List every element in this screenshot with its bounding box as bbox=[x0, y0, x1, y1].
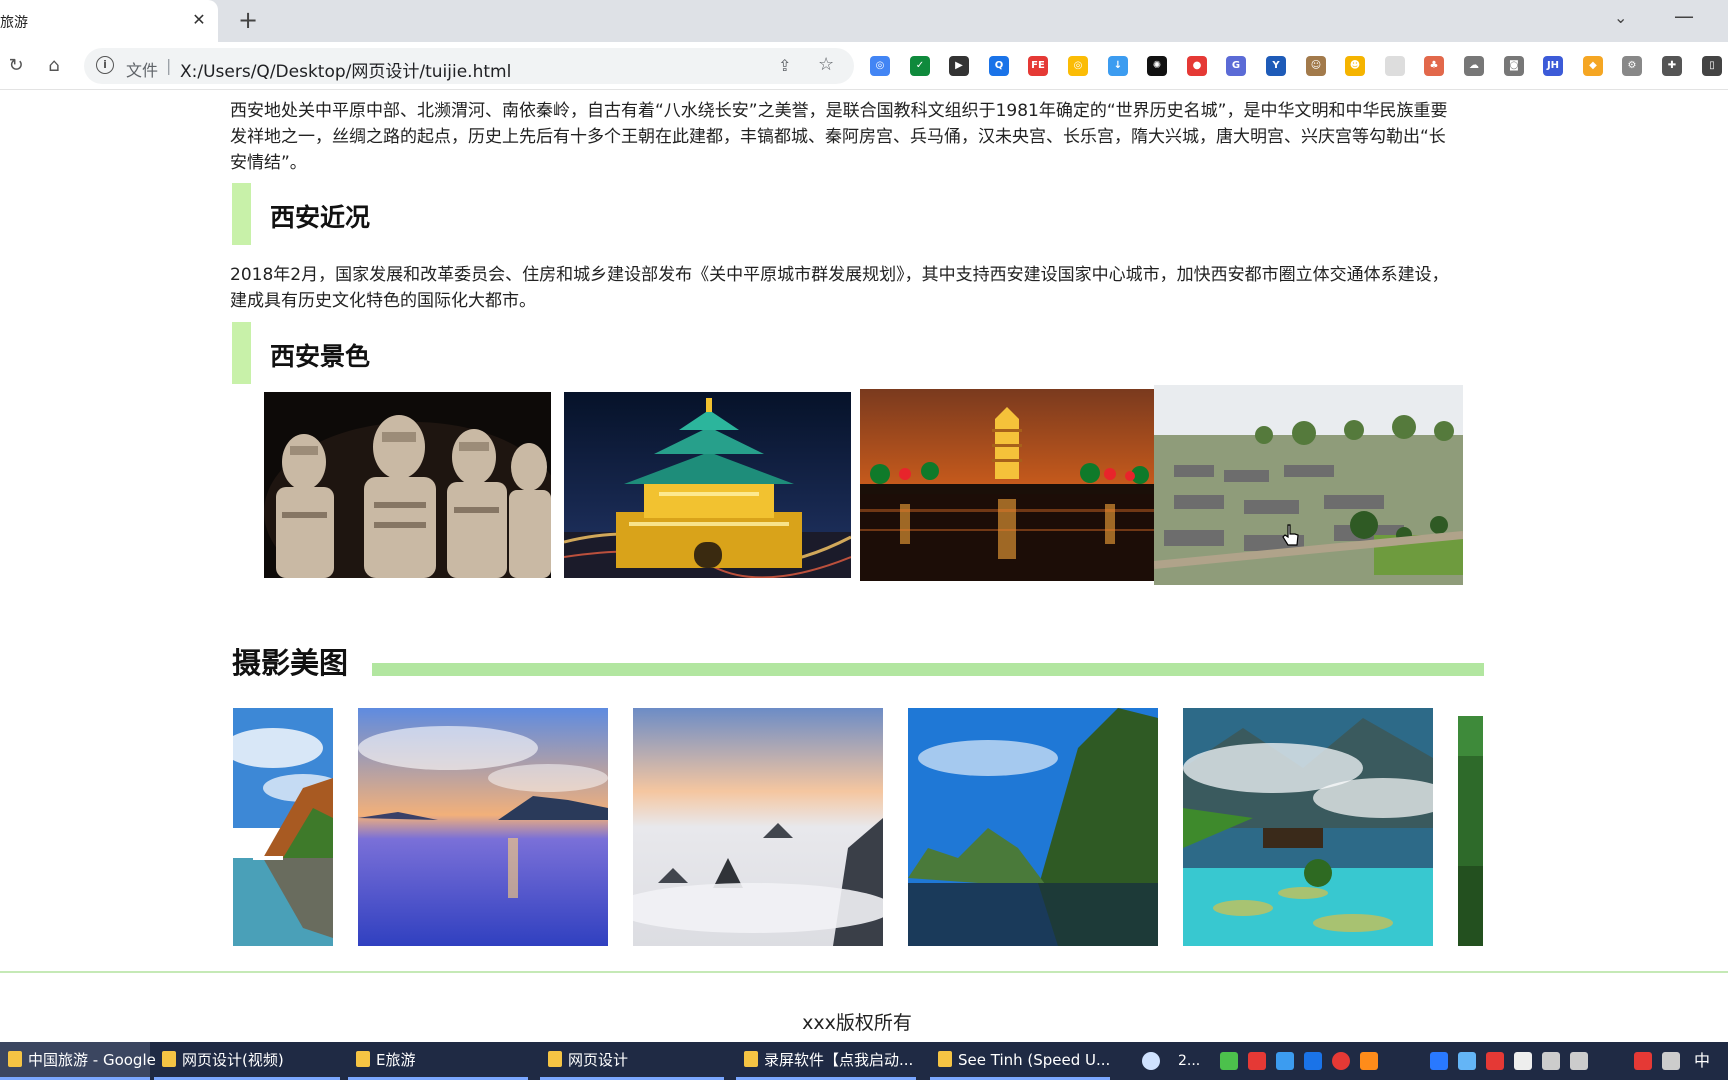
taskbar-item-label: 网页设计(视频) bbox=[182, 1051, 284, 1069]
minimize-window-button[interactable]: — bbox=[1674, 4, 1694, 28]
tree-ext-icon[interactable]: ♣ bbox=[1424, 56, 1444, 76]
owl-ext-icon[interactable]: ☺ bbox=[1306, 56, 1326, 76]
app5-tray-icon[interactable] bbox=[1458, 1052, 1476, 1070]
section-accent-bar bbox=[232, 183, 251, 245]
app4-tray-icon[interactable] bbox=[1430, 1052, 1448, 1070]
home-icon[interactable]: ⌂ bbox=[42, 54, 66, 78]
taskbar-item-label: E旅游 bbox=[376, 1051, 416, 1069]
browser-tab-bar: 旅游 ✕ + ⌄ — bbox=[0, 0, 1728, 42]
q-ext-icon[interactable]: Q bbox=[989, 56, 1009, 76]
weibo-tray-icon[interactable] bbox=[1248, 1052, 1266, 1070]
browser-tab[interactable]: 旅游 ✕ bbox=[0, 0, 218, 42]
yellow-ext-icon[interactable]: ☻ bbox=[1345, 56, 1365, 76]
blank-ext-icon[interactable] bbox=[1385, 56, 1405, 76]
cloud-ext-icon[interactable]: ☁ bbox=[1464, 56, 1484, 76]
openai-ext-icon[interactable]: ✺ bbox=[1147, 56, 1167, 76]
taskbar-item[interactable]: 录屏软件【点我启动... bbox=[736, 1042, 916, 1080]
file-scheme-label: 文件 bbox=[126, 61, 159, 80]
recent-paragraph: 2018年2月，国家发展和改革委员会、住房和城乡建设部发布《关中平原城市群发展规… bbox=[230, 265, 1449, 311]
record-tray-icon[interactable] bbox=[1332, 1052, 1350, 1070]
jh-ext-icon[interactable]: JH bbox=[1543, 56, 1563, 76]
section-accent-bar bbox=[232, 322, 251, 384]
new-tab-button[interactable]: + bbox=[234, 6, 262, 34]
gallery-photo-lake-autumn[interactable] bbox=[233, 708, 333, 946]
taskbar-item-label: 录屏软件【点我启动... bbox=[764, 1051, 914, 1069]
orange-ext-icon[interactable]: ◆ bbox=[1583, 56, 1603, 76]
gallery-photo-karst-river[interactable] bbox=[908, 708, 1158, 946]
terracotta-warriors-photo[interactable] bbox=[264, 392, 551, 578]
taskbar-app-icon bbox=[744, 1051, 758, 1067]
bell-tower-night-photo[interactable] bbox=[564, 392, 851, 578]
url-text[interactable]: X:/Users/Q/Desktop/网页设计/tuijie.html bbox=[180, 57, 511, 82]
chrome-ext-2-icon[interactable]: ◎ bbox=[1068, 56, 1088, 76]
wifi-tray-icon[interactable] bbox=[1570, 1052, 1588, 1070]
taskbar-app-icon bbox=[8, 1051, 22, 1067]
gallery-title: 摄影美图 bbox=[232, 646, 349, 680]
gallery-photo-jiuzhaigou[interactable] bbox=[1183, 708, 1433, 946]
wechat-tray-icon[interactable] bbox=[1220, 1052, 1238, 1070]
taskbar-app-icon bbox=[162, 1051, 176, 1067]
battery-tray-icon[interactable] bbox=[1662, 1052, 1680, 1070]
taskbar-item[interactable]: 网页设计 bbox=[540, 1042, 724, 1080]
network-tray-icon[interactable] bbox=[1514, 1052, 1532, 1070]
puzzle-ext-icon[interactable]: ✚ bbox=[1662, 56, 1682, 76]
weather-text[interactable]: 2... bbox=[1178, 1042, 1200, 1080]
taskbar-app-icon bbox=[356, 1051, 370, 1067]
hand-cursor-icon bbox=[1282, 524, 1299, 546]
tab-title: 旅游 bbox=[0, 15, 28, 31]
windows-taskbar: 中国旅游 - Google ... 网页设计(视频) E旅游 网页设计 录屏软件【点我启… bbox=[0, 1042, 1728, 1080]
camera-ext-icon[interactable]: ◙ bbox=[1504, 56, 1524, 76]
app6-tray-icon[interactable] bbox=[1486, 1052, 1504, 1070]
stop-ext-icon[interactable]: ● bbox=[1187, 56, 1207, 76]
taskbar-app-icon bbox=[938, 1051, 952, 1067]
gallery-photo-green-forest[interactable] bbox=[1458, 716, 1483, 946]
reload-icon[interactable]: ↻ bbox=[4, 54, 28, 78]
tab-close-icon[interactable]: ✕ bbox=[188, 9, 210, 31]
taskbar-item[interactable]: See Tinh (Speed U... bbox=[930, 1042, 1110, 1080]
taskbar-item[interactable]: E旅游 bbox=[348, 1042, 528, 1080]
download-ext-icon[interactable]: ↓ bbox=[1108, 56, 1128, 76]
web-page: 西安地处关中平原中部、北濒渭河、南依秦岭，自古有着“八水绕长安”之美誉，是联合国… bbox=[0, 91, 1728, 1042]
big-wild-goose-pagoda-photo[interactable] bbox=[860, 389, 1154, 581]
share-icon[interactable]: ⇪ bbox=[778, 56, 791, 75]
tab-search-icon[interactable]: ⌄ bbox=[1614, 8, 1627, 27]
ime-indicator[interactable]: 中 bbox=[1694, 1042, 1710, 1080]
weather-icon[interactable] bbox=[1142, 1052, 1160, 1070]
app7-tray-icon[interactable] bbox=[1634, 1052, 1652, 1070]
y-ext-icon[interactable]: Y bbox=[1266, 56, 1286, 76]
app2-tray-icon[interactable] bbox=[1304, 1052, 1322, 1070]
volume-tray-icon[interactable] bbox=[1542, 1052, 1560, 1070]
taskbar-item-label: See Tinh (Speed U... bbox=[958, 1051, 1111, 1069]
taskbar-item[interactable]: 网页设计(视频) bbox=[154, 1042, 340, 1080]
section-scenery-title: 西安景色 bbox=[270, 342, 371, 371]
app3-tray-icon[interactable] bbox=[1360, 1052, 1378, 1070]
shield-ext-icon[interactable]: ✓ bbox=[910, 56, 930, 76]
copyright-footer: xxx版权所有 bbox=[802, 1012, 912, 1034]
bookmark-star-icon[interactable]: ☆ bbox=[818, 54, 834, 75]
section-recent-title: 西安近况 bbox=[270, 203, 371, 232]
site-info-icon[interactable]: i bbox=[96, 56, 114, 74]
g-ext-icon[interactable]: G bbox=[1226, 56, 1246, 76]
panel-ext-icon[interactable]: ▯ bbox=[1702, 56, 1722, 76]
address-separator: | bbox=[166, 56, 172, 75]
taskbar-item[interactable]: 中国旅游 - Google ... bbox=[0, 1042, 175, 1080]
ancient-city-ruins-photo[interactable] bbox=[1154, 385, 1463, 585]
footer-divider bbox=[0, 971, 1728, 973]
gallery-title-line bbox=[372, 663, 1484, 676]
intro-paragraph: 西安地处关中平原中部、北濒渭河、南依秦岭，自古有着“八水绕长安”之美誉，是联合国… bbox=[230, 101, 1448, 173]
taskbar-item-label: 中国旅游 - Google ... bbox=[28, 1051, 175, 1069]
gallery-photo-sea-of-clouds[interactable] bbox=[633, 708, 883, 946]
taskbar-app-icon bbox=[548, 1051, 562, 1067]
app-tray-icon[interactable] bbox=[1276, 1052, 1294, 1070]
gear-ext-icon[interactable]: ⚙ bbox=[1622, 56, 1642, 76]
address-bar[interactable]: i 文件 | X:/Users/Q/Desktop/网页设计/tuijie.ht… bbox=[84, 48, 854, 84]
dark-ext-icon[interactable]: ▶ bbox=[949, 56, 969, 76]
chrome-ext-1-icon[interactable]: ◎ bbox=[870, 56, 890, 76]
fe-ext-icon[interactable]: FE bbox=[1028, 56, 1048, 76]
gallery-photo-lake-sunset[interactable] bbox=[358, 708, 608, 946]
browser-toolbar: ↻ ⌂ i 文件 | X:/Users/Q/Desktop/网页设计/tuiji… bbox=[0, 42, 1728, 90]
taskbar-item-label: 网页设计 bbox=[568, 1051, 629, 1069]
